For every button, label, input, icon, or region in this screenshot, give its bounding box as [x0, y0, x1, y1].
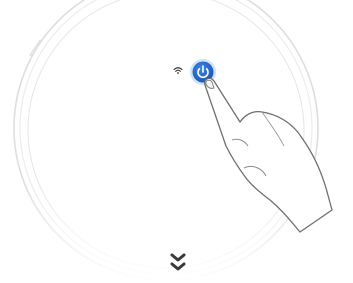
illustration [0, 0, 353, 283]
